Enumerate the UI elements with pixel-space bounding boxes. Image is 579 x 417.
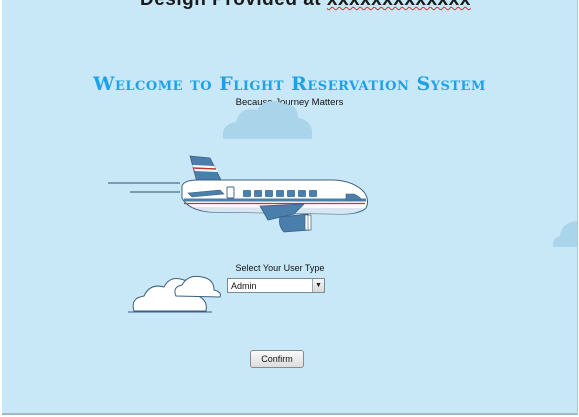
chevron-down-icon[interactable]: ▼: [312, 279, 324, 292]
cloud-icon: [552, 221, 577, 247]
confirm-button[interactable]: Confirm: [250, 350, 304, 368]
cloud-icon: [222, 101, 313, 139]
user-type-label: Select Your User Type: [235, 263, 325, 273]
cloud-icon: [132, 275, 221, 312]
user-type-value: Admin: [231, 280, 257, 291]
airplane-illustration: [181, 155, 369, 233]
app-window: Design Provided at xxxxxxxxxxxxx Welcome…: [2, 0, 578, 415]
user-type-select[interactable]: Admin ▼: [227, 278, 325, 293]
speed-lines: [108, 182, 180, 193]
